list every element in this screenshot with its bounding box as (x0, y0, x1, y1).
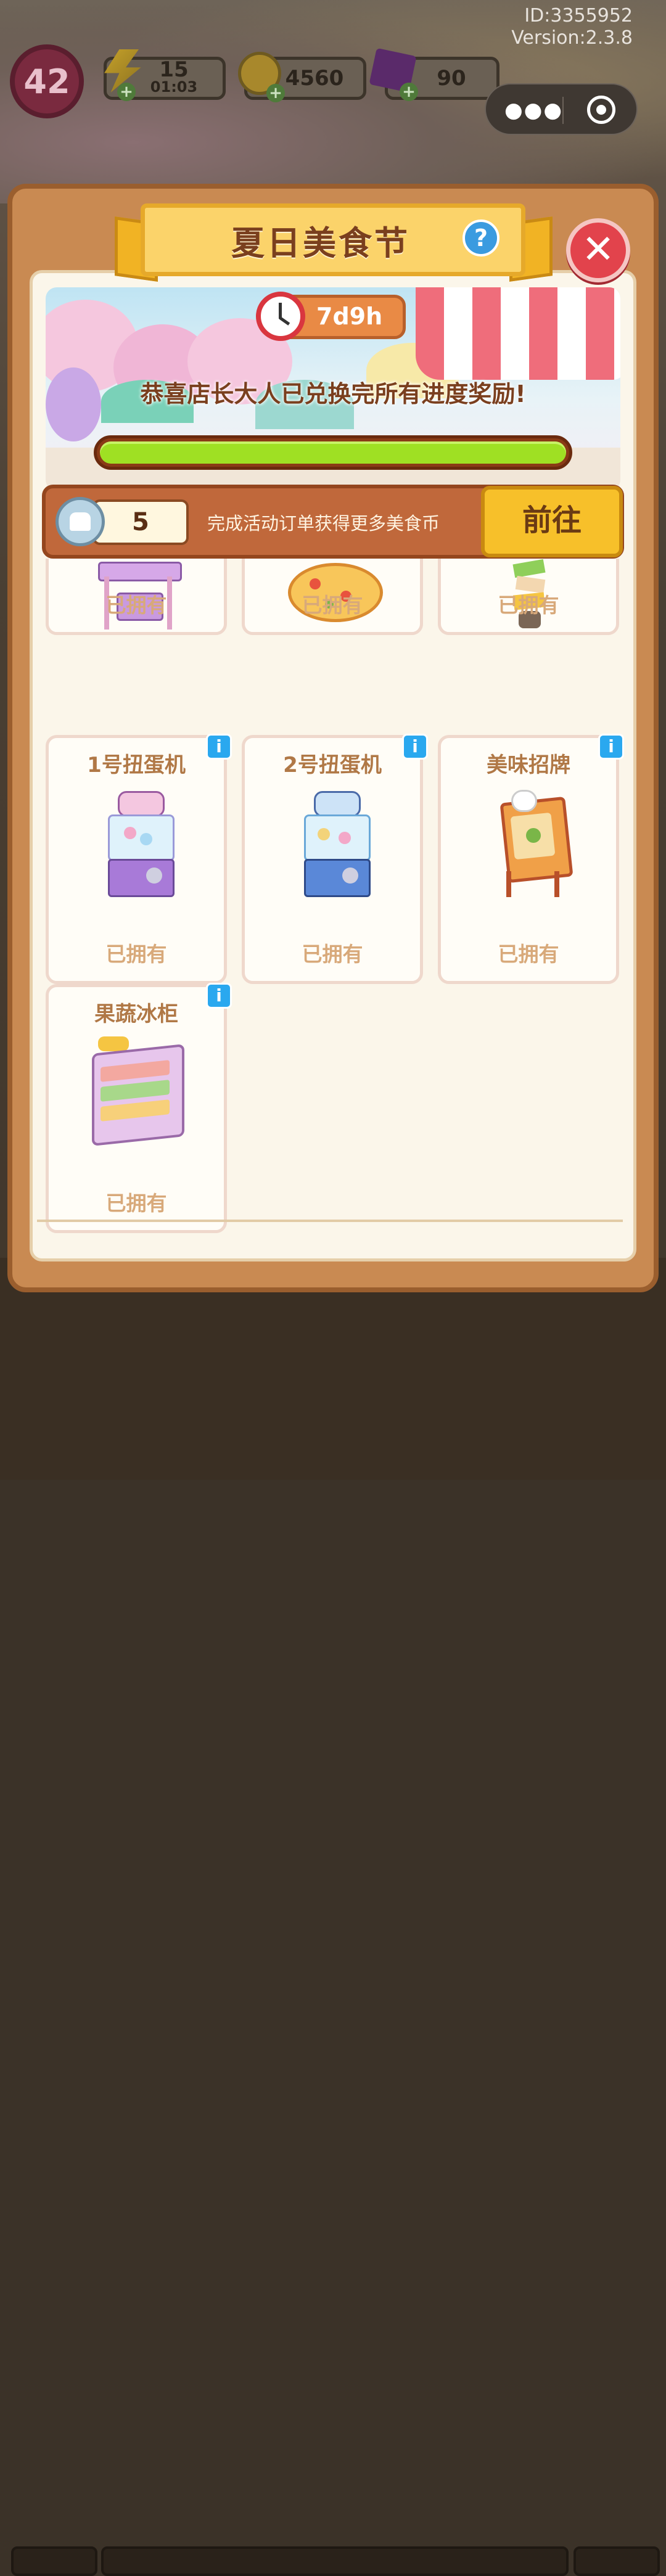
energy-value: 15 (159, 57, 189, 82)
owned-label: 已拥有 (105, 1191, 167, 1215)
gem-value: 90 (437, 66, 466, 91)
food-coin-icon (56, 497, 105, 546)
progress-bar (94, 435, 572, 470)
signboard-icon (498, 790, 574, 898)
info-icon[interactable]: i (598, 734, 624, 760)
event-title: 夏日美食节 (231, 223, 410, 263)
currency-description: 完成活动订单获得更多美食币 (207, 513, 440, 534)
floor-tile (11, 2546, 97, 2576)
item-card[interactable]: 2号扭蛋机 已拥有 (242, 735, 423, 984)
item-name: 2号扭蛋机 (283, 753, 382, 777)
fridge-display-icon (92, 1036, 184, 1147)
player-level-badge[interactable]: 42 (10, 44, 84, 118)
congrats-message: 恭喜店长大人已兑换完所有进度奖励! (140, 380, 526, 408)
version-label: Version:2.3.8 (511, 27, 633, 49)
go-button[interactable]: 前往 (481, 486, 623, 557)
event-timer: 7d9h (256, 292, 406, 341)
floor-tile (574, 2546, 660, 2576)
info-icon[interactable]: i (206, 983, 232, 1009)
owned-label: 已拥有 (302, 593, 363, 617)
owned-label: 已拥有 (498, 593, 559, 617)
item-card[interactable]: 已拥有 (242, 559, 423, 635)
player-id: ID:3355952 (524, 5, 633, 27)
item-card[interactable]: 果蔬冰柜 已拥有 (46, 984, 227, 1233)
more-options-icon[interactable]: ●●● (504, 98, 563, 123)
help-icon[interactable]: ? (462, 219, 500, 256)
progress-fill (100, 441, 566, 464)
item-card[interactable]: 美味招牌 已拥有 (438, 735, 619, 984)
build-info: ID:3355952 Version:2.3.8 (511, 5, 633, 49)
gacha-machine-purple-icon (105, 791, 175, 897)
add-energy-icon[interactable]: + (117, 83, 136, 101)
level-number: 42 (23, 62, 70, 101)
owned-label: 已拥有 (498, 942, 559, 966)
item-name: 美味招牌 (487, 753, 570, 777)
owned-label: 已拥有 (105, 942, 167, 966)
floor-tile (101, 2546, 569, 2576)
owned-label: 已拥有 (105, 593, 167, 617)
capsule-divider (562, 97, 564, 124)
item-card[interactable]: 1号扭蛋机 已拥有 (46, 735, 227, 984)
timer-text: 7d9h (316, 303, 383, 330)
item-name: 1号扭蛋机 (87, 753, 186, 777)
item-card[interactable]: 已拥有 (46, 559, 227, 635)
items-scroll-top: 已拥有 已拥有 已拥有 (46, 559, 620, 725)
add-gem-icon[interactable]: + (400, 83, 418, 101)
info-icon[interactable]: i (206, 734, 232, 760)
food-coin-amount: 5 (92, 499, 189, 545)
add-coin-icon[interactable]: + (266, 84, 285, 102)
close-button[interactable]: ✕ (566, 218, 630, 282)
miniprogram-capsule: ●●● (485, 83, 638, 135)
item-card[interactable]: 已拥有 (438, 559, 619, 635)
striped-awning (416, 287, 620, 380)
clock-icon (256, 292, 305, 341)
coin-value: 4560 (285, 66, 344, 91)
energy-timer: 01:03 (150, 78, 198, 96)
info-icon[interactable]: i (402, 734, 428, 760)
gacha-machine-blue-icon (302, 791, 371, 897)
owned-label: 已拥有 (302, 942, 363, 966)
panel-bottom-edge (37, 1220, 623, 1228)
item-name: 果蔬冰柜 (94, 1002, 178, 1027)
close-miniprogram-icon[interactable] (587, 96, 615, 124)
